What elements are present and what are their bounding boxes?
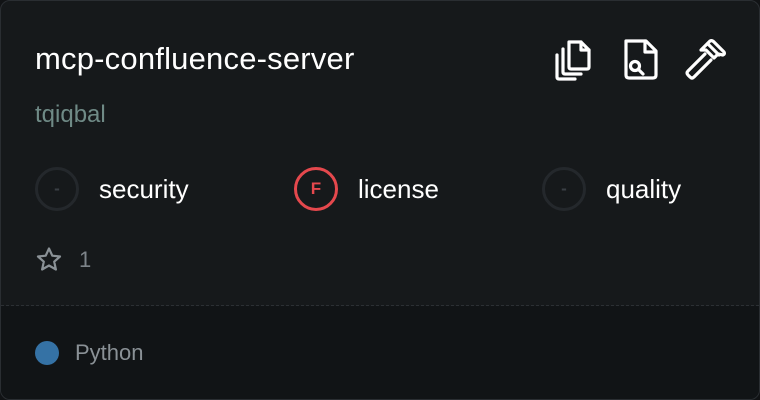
owner-name[interactable]: tqiqbal	[35, 99, 106, 131]
security-grade-badge: -	[35, 167, 79, 211]
score-row: - security F license - quality	[35, 165, 735, 213]
copy-icon	[555, 40, 591, 81]
copy-button[interactable]	[553, 37, 597, 81]
quality-score: - quality	[542, 165, 681, 213]
star-count-row: 1	[35, 245, 91, 275]
card-title[interactable]: mcp-confluence-server	[35, 39, 354, 79]
server-card[interactable]: mcp-confluence-server tqiqbal - security…	[0, 0, 760, 400]
language-label: Python	[75, 340, 144, 365]
quality-label: quality	[606, 173, 682, 204]
license-label: license	[358, 173, 439, 204]
security-label: security	[99, 173, 189, 204]
license-grade-badge: F	[294, 167, 338, 211]
inspect-button[interactable]	[618, 37, 662, 81]
file-search-icon	[624, 39, 658, 80]
license-score: F license	[294, 165, 439, 213]
card-footer: Python	[1, 306, 759, 399]
language-tag: Python	[35, 340, 144, 366]
quality-grade-badge: -	[542, 167, 586, 211]
tools-button[interactable]	[683, 37, 727, 81]
security-score: - security	[35, 165, 189, 213]
hammer-icon	[685, 39, 726, 80]
card-actions	[553, 37, 727, 81]
language-color-dot	[35, 341, 59, 365]
star-count: 1	[79, 247, 92, 272]
star-icon	[36, 247, 62, 271]
